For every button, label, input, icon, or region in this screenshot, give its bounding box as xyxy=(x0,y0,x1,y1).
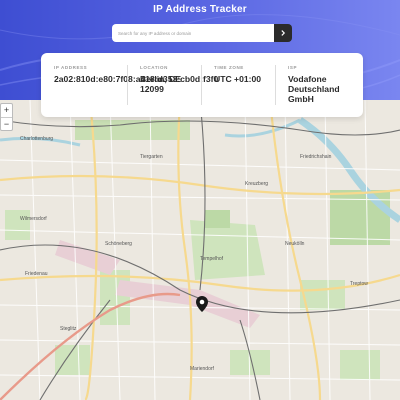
map-label: Mariendorf xyxy=(190,366,215,372)
map-label: Friedrichshain xyxy=(300,154,332,160)
map-label: Neukölln xyxy=(285,241,305,247)
chevron-right-icon xyxy=(281,30,286,36)
location-pin-icon[interactable] xyxy=(196,296,208,317)
map-label: Kreuzberg xyxy=(245,181,268,187)
search-bar xyxy=(112,24,292,42)
map-label: Treptow xyxy=(350,281,368,287)
ip-address-value: 2a02:810d:e80:7f08:a418:d353:cb0d:f3f0 xyxy=(54,74,219,84)
search-submit-button[interactable] xyxy=(274,24,292,42)
ip-address-section: IP ADDRESS 2a02:810d:e80:7f08:a418:d353:… xyxy=(54,65,219,84)
map-label: Tiergarten xyxy=(140,154,163,160)
zoom-in-button[interactable]: + xyxy=(1,104,12,117)
timezone-value: UTC +01:00 xyxy=(214,74,262,84)
zoom-out-button[interactable]: − xyxy=(1,117,12,131)
ip-address-label: IP ADDRESS xyxy=(54,65,88,70)
isp-label: ISP xyxy=(288,65,298,70)
isp-section: ISP Vodafone Deutschland GmbH xyxy=(288,65,358,104)
search-input[interactable] xyxy=(112,24,274,42)
location-section: LOCATION Berlin, DE 12099 xyxy=(140,65,200,94)
map-label: Schöneberg xyxy=(105,241,132,247)
timezone-label: TIME ZONE xyxy=(214,65,244,70)
isp-value: Vodafone Deutschland GmbH xyxy=(288,74,340,104)
map-view[interactable]: Tiergarten Friedrichshain Kreuzberg Temp… xyxy=(0,100,400,400)
timezone-section: TIME ZONE UTC +01:00 xyxy=(214,65,274,84)
info-card: IP ADDRESS 2a02:810d:e80:7f08:a418:d353:… xyxy=(41,53,363,117)
location-label: LOCATION xyxy=(140,65,168,70)
map-label: Friedenau xyxy=(25,271,48,277)
map-label: Charlottenburg xyxy=(20,136,53,142)
divider xyxy=(127,65,128,105)
map-label: Tempelhof xyxy=(200,256,224,262)
map-label: Steglitz xyxy=(60,326,77,332)
zoom-control: + − xyxy=(0,103,13,131)
divider xyxy=(275,65,276,105)
divider xyxy=(201,65,202,105)
map-label: Wilmersdorf xyxy=(20,216,47,222)
park-area xyxy=(190,220,265,280)
page-title: IP Address Tracker xyxy=(153,4,247,15)
location-value: Berlin, DE 12099 xyxy=(140,74,182,94)
